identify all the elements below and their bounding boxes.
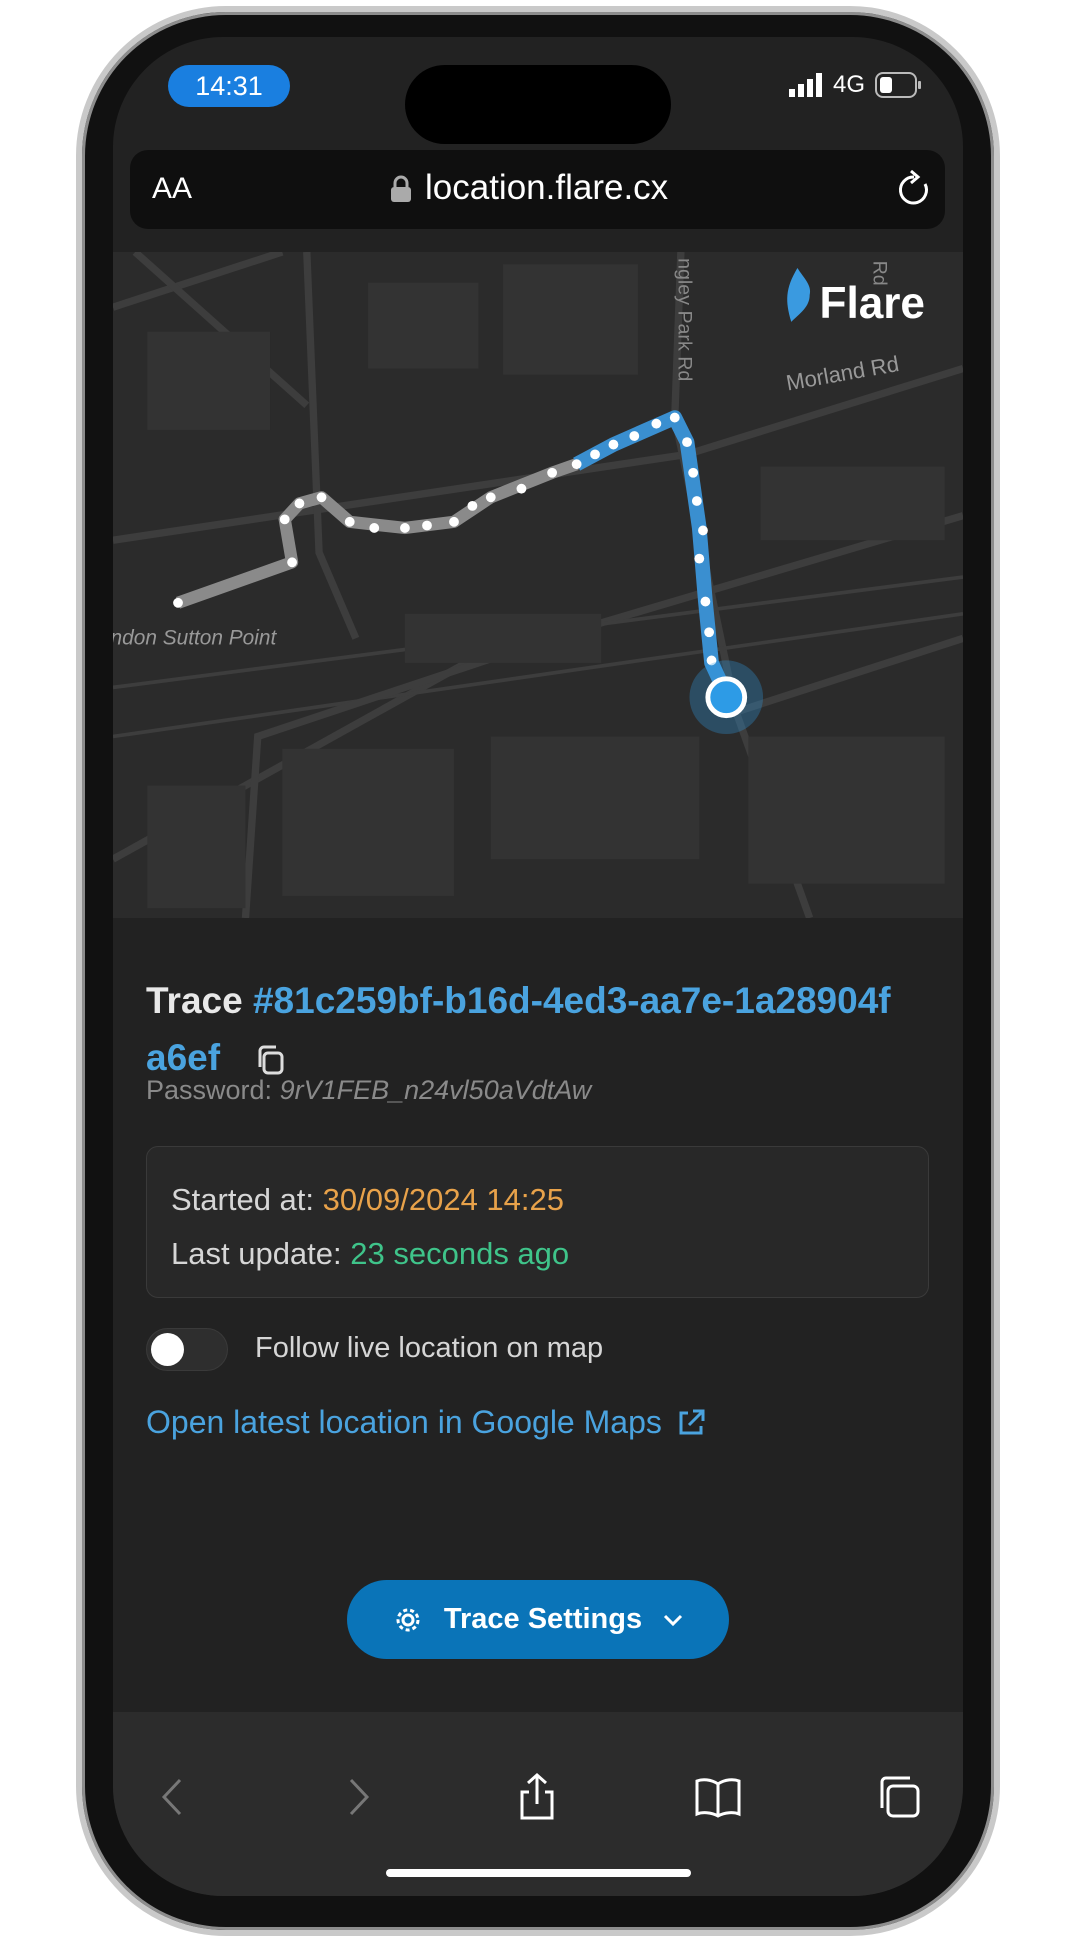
- update-label: Last update:: [171, 1236, 342, 1271]
- back-icon[interactable]: [148, 1772, 198, 1822]
- reload-icon[interactable]: [895, 170, 933, 210]
- gear-icon: [396, 1608, 420, 1631]
- follow-live-label: Follow live location on map: [255, 1332, 604, 1364]
- map-label-place: ndon Sutton Point: [113, 626, 277, 649]
- trace-title: Trace #81c259bf-b16d-4ed3-aa7e-1a28904fa…: [146, 972, 906, 1086]
- password-line: Password: 9rV1FEB_n24vl50aVdtAw: [146, 1075, 591, 1106]
- dynamic-island: [405, 65, 671, 144]
- map-label-morland: Morland Rd: [784, 351, 901, 395]
- chevron-down-icon: [664, 1614, 683, 1626]
- copy-icon[interactable]: [254, 1043, 288, 1077]
- address-bar[interactable]: AA location.flare.cx: [130, 150, 945, 229]
- url-text[interactable]: location.flare.cx: [425, 168, 668, 208]
- map[interactable]: ngley Park Rd Morland Rd Rd ndon Sutton …: [113, 248, 963, 920]
- map-canvas[interactable]: ngley Park Rd Morland Rd Rd ndon Sutton …: [113, 248, 963, 920]
- home-indicator[interactable]: [386, 1869, 691, 1877]
- password-value: 9rV1FEB_n24vl50aVdtAw: [279, 1075, 592, 1105]
- started-label: Started at:: [171, 1182, 315, 1217]
- signal-icon: [788, 73, 822, 97]
- map-buildings: [147, 264, 945, 909]
- google-maps-link[interactable]: Open latest location in Google Maps: [146, 1404, 706, 1441]
- password-label: Password:: [146, 1075, 273, 1105]
- flare-logo-icon: [787, 267, 811, 322]
- forward-icon[interactable]: [333, 1772, 383, 1822]
- trace-settings-label: Trace Settings: [443, 1603, 643, 1635]
- map-label-street: ngley Park Rd: [673, 258, 695, 381]
- text-size-button[interactable]: AA: [152, 172, 192, 206]
- follow-live-toggle[interactable]: [146, 1328, 228, 1371]
- update-value: 23 seconds ago: [350, 1236, 570, 1271]
- external-link-icon: [679, 1409, 705, 1434]
- trace-prefix: Trace: [146, 980, 243, 1021]
- google-maps-link-text[interactable]: Open latest location in Google Maps: [146, 1404, 662, 1441]
- toggle-knob: [151, 1333, 184, 1366]
- bookmarks-icon[interactable]: [693, 1772, 743, 1822]
- status-time: 14:31: [168, 65, 290, 107]
- current-location-marker[interactable]: [705, 676, 748, 719]
- trace-info-card: Started at: 30/09/2024 14:25 Last update…: [146, 1146, 929, 1298]
- share-icon[interactable]: [512, 1772, 562, 1822]
- network-type: 4G: [832, 71, 865, 98]
- status-icons: 4G: [788, 71, 923, 99]
- started-value: 30/09/2024 14:25: [322, 1182, 564, 1217]
- tabs-icon[interactable]: [874, 1772, 924, 1822]
- lock-icon: [391, 175, 411, 202]
- battery-icon: [875, 72, 921, 98]
- flare-logo-text: Flare: [819, 279, 925, 328]
- trace-past-path: [175, 458, 579, 609]
- trace-settings-button[interactable]: Trace Settings: [347, 1580, 729, 1659]
- phone-screen: 14:31 4G AA location.flare.cx ngley Park…: [113, 37, 963, 1896]
